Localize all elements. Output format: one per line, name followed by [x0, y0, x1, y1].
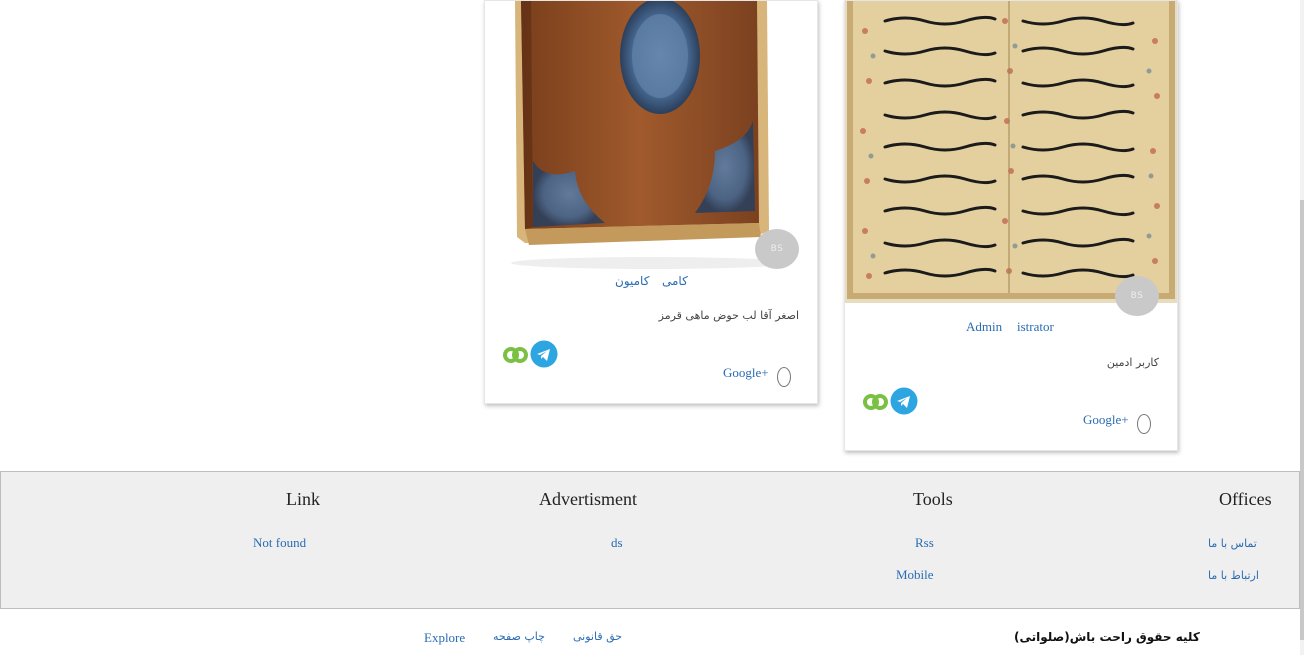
- eitaa-icon[interactable]: [503, 345, 529, 368]
- bottom-link-legal[interactable]: حق قانونی: [573, 630, 622, 643]
- author-avatar[interactable]: BS: [755, 229, 799, 269]
- footer-title-link: Link: [286, 489, 320, 509]
- post-card-book: BS کامی کامیون اصغر آقا لب حوض ماهی قرمز…: [484, 0, 818, 404]
- telegram-icon[interactable]: [890, 387, 918, 420]
- author-avatar[interactable]: BS: [1115, 276, 1159, 316]
- post-caption: اصغر آقا لب حوض ماهی قرمز: [658, 309, 799, 322]
- eitaa-icon[interactable]: [863, 392, 889, 415]
- bottom-link-explore[interactable]: Explore: [424, 630, 465, 646]
- footer-link-ds[interactable]: ds: [611, 535, 623, 551]
- copyright-text: کلیه حقوق راحت باش(صلواتی): [1014, 630, 1200, 644]
- telegram-icon[interactable]: [530, 340, 558, 373]
- manuscript-image[interactable]: [845, 1, 1177, 303]
- footer-link-contact-us[interactable]: تماس با ما: [1208, 537, 1257, 550]
- google-plus-count-oval: [777, 367, 791, 387]
- post-card-manuscript: BS Admin istrator کاربر ادمین Google+: [844, 0, 1178, 451]
- footer-link-not-found[interactable]: Not found: [253, 535, 306, 551]
- bottom-link-print-page[interactable]: چاپ صفحه: [493, 630, 545, 643]
- footer-title-tools: Tools: [913, 489, 953, 509]
- tag-link[interactable]: Admin: [966, 319, 1002, 335]
- footer-link-rss[interactable]: Rss: [915, 535, 934, 551]
- tag-link[interactable]: کامیون: [615, 274, 649, 288]
- footer-link-mobile[interactable]: Mobile: [896, 567, 934, 583]
- google-plus-share[interactable]: Google+: [1083, 412, 1129, 428]
- post-caption: کاربر ادمین: [1106, 356, 1159, 369]
- google-plus-count-oval: [1137, 414, 1151, 434]
- footer-title-advertisment: Advertisment: [539, 489, 637, 509]
- tag-link[interactable]: istrator: [1017, 319, 1054, 335]
- tag-link[interactable]: کامی: [662, 274, 688, 288]
- google-plus-share[interactable]: Google+: [723, 365, 769, 381]
- footer-link-connect-us[interactable]: ارتباط با ما: [1208, 569, 1259, 582]
- site-footer: Link Not found Advertisment ds Tools Rss…: [0, 471, 1300, 609]
- footer-title-offices: Offices: [1219, 489, 1272, 509]
- page-scrollbar-thumb[interactable]: [1300, 200, 1304, 640]
